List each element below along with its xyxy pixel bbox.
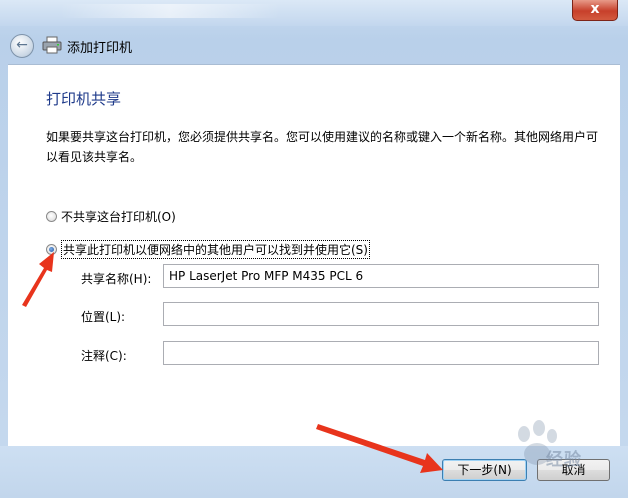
arrow-to-next-button <box>316 424 443 473</box>
arrow-to-share-option <box>22 252 54 307</box>
watermark-text: 经验 <box>546 450 582 470</box>
